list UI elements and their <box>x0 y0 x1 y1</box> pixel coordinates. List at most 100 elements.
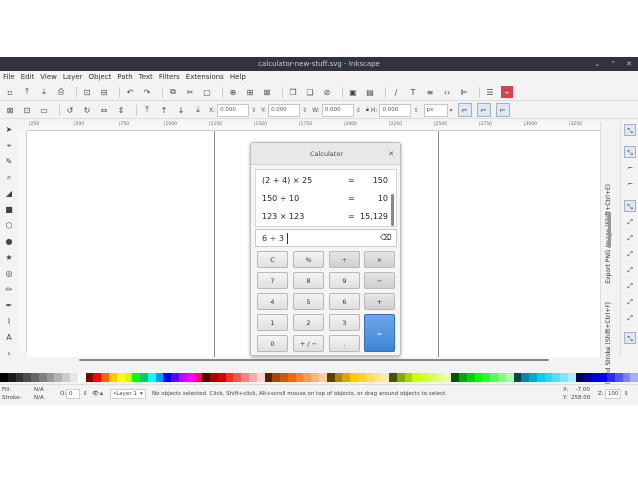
snap-toggle-icon[interactable]: ⤡ <box>624 124 636 136</box>
history-row[interactable]: 150 ÷ 10 = 10 <box>256 189 396 207</box>
color-swatch[interactable] <box>70 373 78 382</box>
eight-button[interactable]: 8 <box>293 272 324 289</box>
plus-minus-button[interactable]: + / − <box>293 335 324 352</box>
rectangle-tool-icon[interactable]: ■ <box>3 204 15 216</box>
more-tools-icon[interactable]: › <box>3 348 15 360</box>
color-swatch[interactable] <box>303 373 312 382</box>
color-swatch[interactable] <box>147 373 156 382</box>
nine-button[interactable]: 9 <box>329 272 360 289</box>
color-swatch[interactable] <box>381 373 390 382</box>
color-swatch[interactable] <box>140 373 148 382</box>
color-swatch[interactable] <box>202 373 211 382</box>
zoom-tool-icon[interactable]: ⌕ <box>3 172 15 184</box>
paste-icon[interactable]: ▢ <box>201 86 213 98</box>
one-button[interactable]: 1 <box>257 314 288 331</box>
w-spinner-icon[interactable]: ⇕ <box>356 107 361 114</box>
pen-tool-icon[interactable]: ✒ <box>3 300 15 312</box>
color-swatch[interactable] <box>591 373 600 382</box>
move-gradients-icon[interactable]: ⌐ <box>495 103 510 117</box>
color-swatch[interactable] <box>233 373 242 382</box>
zoom-spinner-icon[interactable]: ⇕ <box>624 391 629 397</box>
history-row[interactable]: (2 + 4) × 25 = 150 <box>256 171 396 189</box>
tab-export-png[interactable]: Export PNG Image (Shift+Ctrl+E) <box>605 184 617 284</box>
opacity-spinner-icon[interactable]: ⇕ <box>83 391 88 397</box>
color-swatch[interactable] <box>583 373 592 382</box>
color-swatch[interactable] <box>451 373 460 382</box>
cut-icon[interactable]: ✂ <box>184 86 196 98</box>
flip-horizontal-icon[interactable]: ⇔ <box>98 104 110 116</box>
minus-button[interactable]: − <box>364 272 395 289</box>
rotate-ccw-icon[interactable]: ↺ <box>64 104 76 116</box>
ungroup-icon[interactable]: ▤ <box>364 86 376 98</box>
scale-stroke-icon[interactable]: ⌐ <box>457 103 472 117</box>
horizontal-scrollbar[interactable] <box>27 357 600 363</box>
color-swatch[interactable] <box>116 373 125 382</box>
menu-edit[interactable]: Edit <box>21 73 35 81</box>
color-swatch[interactable] <box>186 373 195 382</box>
ellipse-tool-icon[interactable]: ● <box>3 236 15 248</box>
dock-scrollbar[interactable] <box>608 212 611 248</box>
export-icon[interactable]: ⊟ <box>98 86 110 98</box>
decimal-button[interactable]: . <box>329 335 360 352</box>
lock-icon[interactable]: 🔒︎ <box>366 106 369 114</box>
color-swatch[interactable] <box>357 373 366 382</box>
align-distribute-icon[interactable]: ⊫ <box>458 86 470 98</box>
calligraphy-tool-icon[interactable]: ⌇ <box>3 316 15 328</box>
eye-icon[interactable]: 👁︎ <box>92 391 99 397</box>
x-field[interactable]: 0.000 <box>217 103 250 117</box>
snap-bbox-icon[interactable]: ⤡ <box>624 146 636 158</box>
copy-icon[interactable]: ⧉ <box>167 86 179 98</box>
expression-entry[interactable]: 6 ÷ 3 ⌫ <box>255 229 397 247</box>
color-swatch[interactable] <box>31 373 39 382</box>
rotate-cw-icon[interactable]: ↻ <box>81 104 93 116</box>
menu-help[interactable]: Help <box>230 73 246 81</box>
color-swatch[interactable] <box>568 373 576 382</box>
snap-nodes-icon[interactable]: ⤡ <box>624 200 636 212</box>
color-swatch[interactable] <box>334 373 343 382</box>
unit-select[interactable]: px <box>423 103 448 117</box>
multiply-button[interactable]: × <box>364 251 395 268</box>
h-spinner-icon[interactable]: ⇕ <box>413 107 418 114</box>
snap-page-icon[interactable]: ⤡ <box>624 332 636 344</box>
print-icon[interactable]: ⎙ <box>55 86 67 98</box>
node-tool-icon[interactable]: ⌖ <box>3 140 15 152</box>
color-swatch[interactable] <box>23 373 32 382</box>
color-swatch[interactable] <box>77 373 86 382</box>
color-swatch[interactable] <box>194 373 203 382</box>
two-button[interactable]: 2 <box>293 314 324 331</box>
color-swatch[interactable] <box>529 373 537 382</box>
color-swatch[interactable] <box>155 373 164 382</box>
menu-layer[interactable]: Layer <box>63 73 83 81</box>
document-properties-icon[interactable]: ⌁ <box>501 86 513 98</box>
maximize-icon[interactable]: ⌃ <box>610 60 616 68</box>
undo-icon[interactable]: ↶ <box>124 86 136 98</box>
zoom-selection-icon[interactable]: ⊕ <box>227 86 239 98</box>
history-scrollbar[interactable] <box>391 194 394 226</box>
color-swatch[interactable] <box>241 373 249 382</box>
import-icon[interactable]: ⊡ <box>81 86 93 98</box>
seven-button[interactable]: 7 <box>257 272 288 289</box>
height-field[interactable]: 0.000 <box>379 103 412 117</box>
snap-cusp-nodes-icon[interactable]: ⤢ <box>624 248 636 260</box>
color-swatch[interactable] <box>108 373 117 382</box>
x-spinner-icon[interactable]: ⇕ <box>251 107 256 114</box>
divide-button[interactable]: ÷ <box>329 251 360 268</box>
open-icon[interactable]: ⤒ <box>21 86 33 98</box>
measure-tool-icon[interactable]: ◢ <box>3 188 15 200</box>
snap-intersections-icon[interactable]: ⤢ <box>624 232 636 244</box>
fill-value[interactable]: N/A <box>34 387 44 393</box>
opacity-field[interactable]: 0 <box>66 389 80 399</box>
color-swatch[interactable] <box>389 373 397 382</box>
plus-button[interactable]: + <box>364 293 395 310</box>
zoom-field[interactable]: 100 <box>605 389 621 399</box>
lower-icon[interactable]: ↓ <box>175 104 187 116</box>
redo-icon[interactable]: ↷ <box>141 86 153 98</box>
unlink-clone-icon[interactable]: ⊘ <box>321 86 333 98</box>
clone-icon[interactable]: ❏ <box>304 86 316 98</box>
color-swatch[interactable] <box>498 373 506 382</box>
color-swatch[interactable] <box>350 373 358 382</box>
percent-button[interactable]: % <box>293 251 324 268</box>
color-swatch[interactable] <box>474 373 483 382</box>
color-swatch[interactable] <box>311 373 320 382</box>
clear-button[interactable]: C <box>257 251 288 268</box>
